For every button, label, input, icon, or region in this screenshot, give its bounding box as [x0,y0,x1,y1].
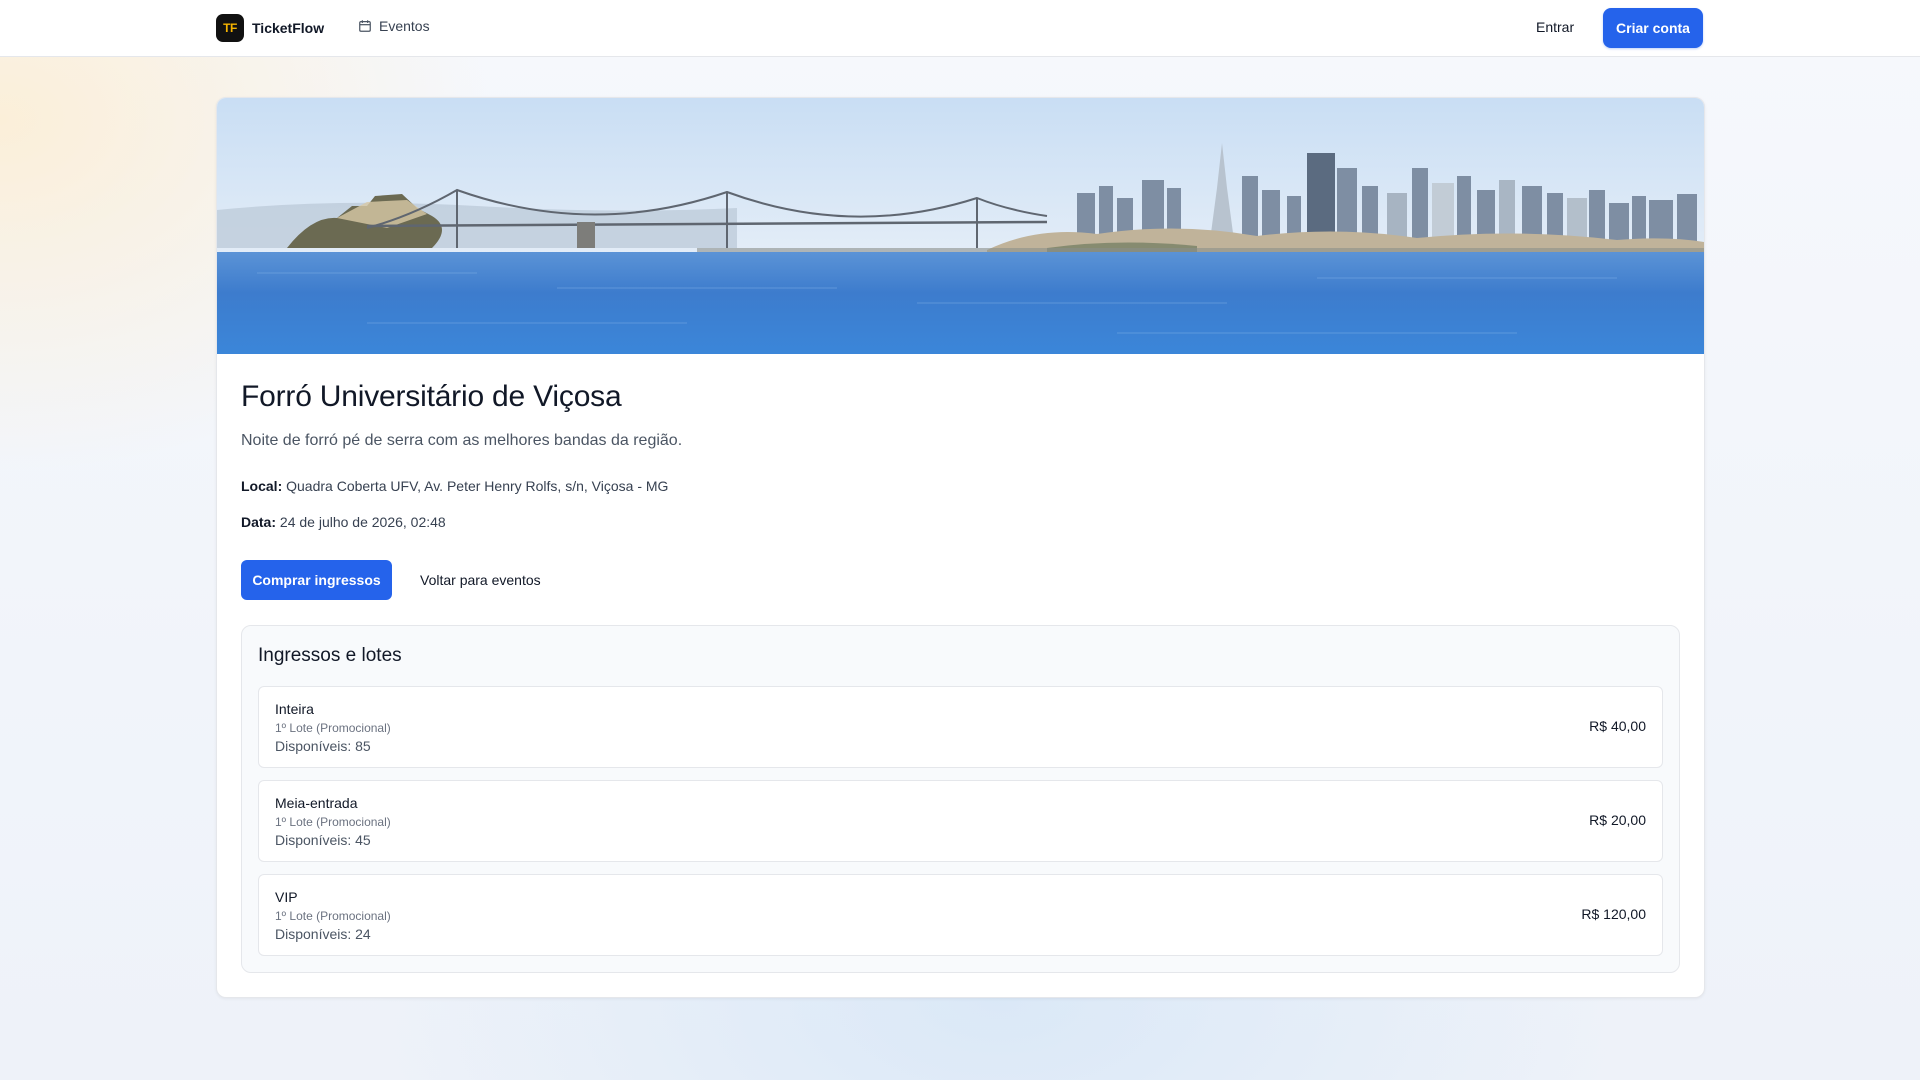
login-link[interactable]: Entrar [1536,19,1574,35]
event-date-value: 24 de julho de 2026, 02:48 [279,514,446,530]
back-to-events-link[interactable]: Voltar para eventos [420,572,541,588]
ticket-name: VIP [275,889,298,905]
event-location: Local: Quadra Coberta UFV, Av. Peter Hen… [241,478,668,494]
ticket-name: Meia-entrada [275,795,358,811]
tickets-panel-title: Ingressos e lotes [258,645,402,666]
buy-tickets-button[interactable]: Comprar ingressos [241,560,392,600]
nav-link-events-label: Eventos [379,18,430,34]
ticket-price: R$ 40,00 [1589,718,1646,734]
event-banner-image [217,98,1704,354]
event-date: Data: 24 de julho de 2026, 02:48 [241,514,446,530]
ticket-lot: 1º Lote (Promocional) [275,721,391,735]
ticket-row[interactable]: VIP 1º Lote (Promocional) Disponíveis: 2… [258,874,1663,956]
event-location-label: Local: [241,478,283,494]
nav-link-events[interactable]: Eventos [358,18,430,34]
ticket-lot: 1º Lote (Promocional) [275,815,391,829]
brand-logo-link[interactable]: TF TicketFlow [216,14,324,42]
brand-mark: TF [216,14,244,42]
signup-button[interactable]: Criar conta [1603,8,1703,48]
ticket-name: Inteira [275,701,314,717]
ticket-price: R$ 120,00 [1581,906,1646,922]
ticket-row[interactable]: Meia-entrada 1º Lote (Promocional) Dispo… [258,780,1663,862]
ticket-availability: Disponíveis: 45 [275,832,371,848]
ticket-availability: Disponíveis: 85 [275,738,371,754]
ticket-row[interactable]: Inteira 1º Lote (Promocional) Disponívei… [258,686,1663,768]
event-title: Forró Universitário de Viçosa [241,380,622,413]
ticket-lot: 1º Lote (Promocional) [275,909,391,923]
top-navbar: TF TicketFlow Eventos Entrar Criar conta [0,0,1920,57]
event-date-label: Data: [241,514,277,530]
event-location-value: Quadra Coberta UFV, Av. Peter Henry Rolf… [286,478,669,494]
event-description: Noite de forró pé de serra com as melhor… [241,432,683,449]
brand-name: TicketFlow [252,20,325,36]
calendar-icon [358,19,372,33]
ticket-availability: Disponíveis: 24 [275,926,371,942]
event-detail-card: Forró Universitário de Viçosa Noite de f… [216,97,1705,998]
tickets-panel: Ingressos e lotes Inteira 1º Lote (Promo… [241,625,1680,973]
ticket-price: R$ 20,00 [1589,812,1646,828]
